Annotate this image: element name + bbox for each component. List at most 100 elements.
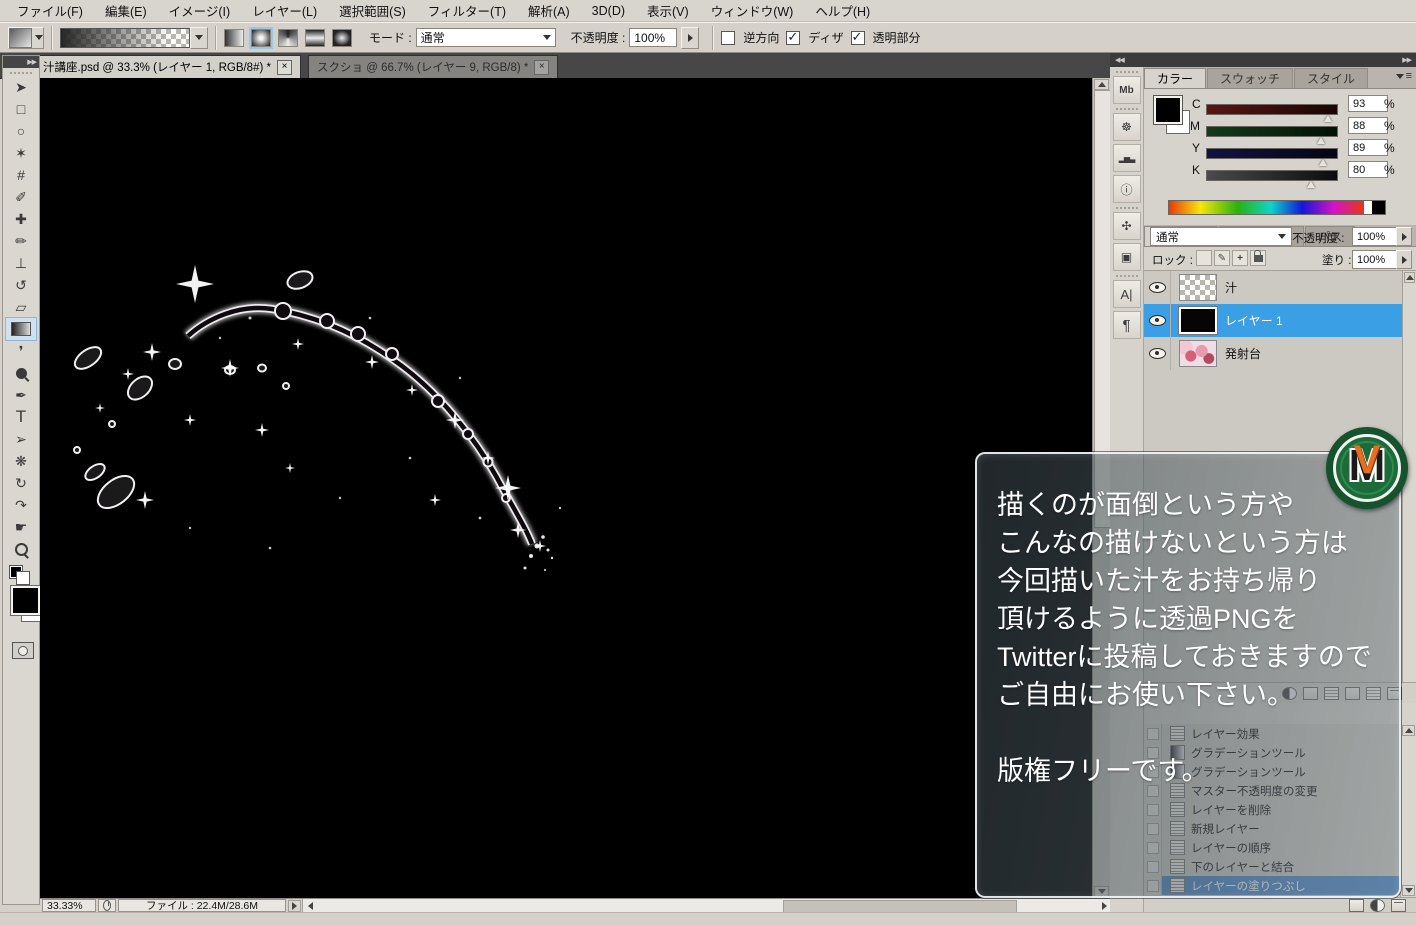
gradient-tool[interactable] — [6, 318, 36, 340]
hand-tool[interactable]: ☛ — [6, 516, 36, 538]
eyedropper-tool[interactable]: ✐ — [6, 186, 36, 208]
tool-preset-picker[interactable] — [8, 27, 44, 49]
close-icon[interactable]: × — [534, 60, 549, 75]
visibility-cell[interactable] — [1144, 337, 1171, 370]
document-tab-inactive[interactable]: スクショ @ 66.7% (レイヤー 9, RGB/8) * × — [308, 55, 558, 78]
panel-grip[interactable] — [1116, 275, 1138, 277]
panel-grip[interactable] — [1116, 207, 1138, 209]
dodge-tool[interactable] — [6, 362, 36, 384]
status-options-button[interactable] — [288, 900, 301, 912]
lock-pixels-icon[interactable]: ✎ — [1214, 250, 1230, 266]
file-info-field[interactable]: ファイル : 22.4M/28.6M — [118, 899, 286, 912]
reflected-gradient-button[interactable] — [305, 29, 325, 47]
eye-icon[interactable] — [1149, 348, 1166, 359]
paragraph-icon[interactable]: ¶ — [1113, 311, 1141, 339]
layer-name[interactable]: 汁 — [1225, 279, 1237, 296]
layer-row-launchpad[interactable]: 発射台 — [1144, 337, 1402, 371]
menu-help[interactable]: ヘルプ(H) — [804, 0, 881, 22]
checkbox-checked-icon[interactable] — [786, 31, 800, 45]
gradient-preview[interactable] — [60, 28, 190, 48]
tool-presets-icon[interactable]: ✣ — [1113, 212, 1141, 240]
blur-tool[interactable]: ❜ — [6, 340, 36, 362]
menu-layer[interactable]: レイヤー(L) — [241, 0, 328, 22]
dither-checkbox[interactable]: ディザ — [786, 29, 843, 46]
quick-mask-button[interactable] — [12, 642, 34, 659]
zoom-tool[interactable] — [6, 538, 36, 560]
yellow-slider[interactable] — [1206, 148, 1338, 159]
radial-gradient-button[interactable] — [251, 29, 271, 47]
character-icon[interactable]: A| — [1113, 280, 1141, 308]
layer-blend-mode-select[interactable]: 通常 — [1150, 227, 1292, 246]
delete-state-icon[interactable] — [1391, 899, 1406, 912]
history-brush-tool[interactable]: ↺ — [6, 274, 36, 296]
panel-grip[interactable] — [10, 72, 32, 74]
scroll-down-button[interactable] — [1402, 885, 1415, 896]
scroll-right-button[interactable] — [1098, 900, 1110, 911]
magenta-value-input[interactable]: 88 — [1348, 117, 1388, 134]
custom-shape-tool[interactable]: ❋ — [6, 450, 36, 472]
yellow-value-input[interactable]: 89 — [1348, 139, 1388, 156]
visibility-cell[interactable] — [1144, 304, 1171, 337]
color-spectrum-ramp[interactable] — [1168, 200, 1366, 215]
switch-colors-icon[interactable] — [17, 572, 29, 584]
menu-image[interactable]: イメージ(I) — [158, 0, 242, 22]
menu-analysis[interactable]: 解析(A) — [517, 0, 581, 22]
linear-gradient-button[interactable] — [224, 29, 244, 47]
layer-row-juice[interactable]: 汁 — [1144, 271, 1402, 305]
opacity-spinner[interactable] — [681, 27, 699, 49]
menu-edit[interactable]: 編集(E) — [94, 0, 158, 22]
tab-color[interactable]: カラー — [1144, 68, 1206, 88]
clone-stamp-tool[interactable]: ⊥ — [6, 252, 36, 274]
slider-thumb[interactable] — [1307, 181, 1315, 188]
histogram-icon[interactable]: ▂▅▃ — [1113, 144, 1141, 172]
document-canvas[interactable] — [40, 78, 1092, 898]
scroll-up-button[interactable] — [1404, 272, 1415, 283]
scroll-left-button[interactable] — [304, 900, 316, 911]
collapse-dock-icon[interactable]: ◀◀ — [1115, 56, 1124, 64]
gradient-editor[interactable] — [60, 27, 208, 49]
panel-grip[interactable] — [1116, 71, 1138, 73]
opacity-spinner[interactable] — [1396, 227, 1412, 246]
layer-thumbnail[interactable] — [1179, 274, 1217, 301]
layer-name[interactable]: レイヤー 1 — [1225, 312, 1283, 329]
menu-file[interactable]: ファイル(F) — [6, 0, 94, 22]
visibility-cell[interactable] — [1144, 271, 1171, 304]
eye-icon[interactable] — [1149, 282, 1166, 293]
layer-thumbnail[interactable] — [1179, 340, 1217, 367]
diamond-gradient-button[interactable] — [332, 29, 352, 47]
lock-transparency-icon[interactable] — [1196, 250, 1212, 266]
orbit-3d-tool[interactable]: ↷ — [6, 494, 36, 516]
collapse-panels-icon[interactable]: ▶▶ — [1402, 56, 1411, 64]
lock-all-icon[interactable] — [1250, 250, 1266, 266]
close-icon[interactable]: × — [277, 60, 292, 75]
tools-panel-header[interactable]: ▶▶ — [3, 56, 39, 68]
info-icon[interactable]: ⓘ — [1113, 175, 1141, 203]
angle-gradient-button[interactable] — [278, 29, 298, 47]
menu-view[interactable]: 表示(V) — [636, 0, 700, 22]
menu-3d[interactable]: 3D(D) — [581, 2, 636, 20]
zoom-level-field[interactable]: 33.33% — [42, 899, 96, 912]
rectangular-marquee-tool[interactable]: □ — [6, 98, 36, 120]
canvas-horizontal-scrollbar[interactable] — [302, 899, 1111, 912]
black-value-input[interactable]: 80 — [1348, 161, 1388, 178]
new-snapshot-icon[interactable] — [1370, 899, 1385, 912]
lock-position-icon[interactable]: + — [1232, 250, 1248, 266]
blend-mode-select[interactable]: 通常 — [416, 28, 556, 47]
foreground-color-swatch[interactable] — [11, 586, 40, 615]
move-tool[interactable]: ➤ — [6, 76, 36, 98]
tab-styles[interactable]: スタイル — [1294, 68, 1368, 88]
layer-name[interactable]: 発射台 — [1225, 345, 1261, 362]
opacity-input[interactable]: 100% — [629, 28, 677, 47]
spectrum-black-swatch[interactable] — [1372, 200, 1386, 215]
history-scrollbar[interactable] — [1400, 724, 1416, 897]
gradient-picker-arrow[interactable] — [190, 27, 208, 49]
layer-opacity-input[interactable]: 100% — [1352, 227, 1398, 246]
fill-spinner[interactable] — [1396, 250, 1412, 269]
path-selection-tool[interactable]: ➢ — [6, 428, 36, 450]
scroll-up-button[interactable] — [1402, 725, 1415, 736]
new-document-from-state-icon[interactable] — [1349, 899, 1364, 912]
eye-icon[interactable] — [1149, 315, 1166, 326]
clone-source-icon[interactable]: ▣ — [1113, 243, 1141, 271]
brush-tool[interactable]: ✏ — [6, 230, 36, 252]
navigator-icon[interactable]: ☸ — [1113, 113, 1141, 141]
